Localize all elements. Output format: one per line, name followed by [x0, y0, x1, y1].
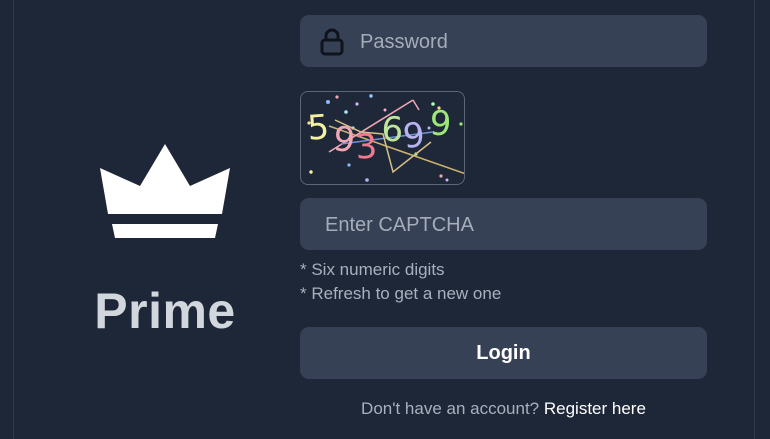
password-field[interactable] — [300, 15, 707, 69]
captcha-hints: * Six numeric digits * Refresh to get a … — [300, 258, 501, 306]
login-button[interactable]: Login — [300, 327, 707, 379]
register-prompt: Don't have an account? Register here — [300, 399, 707, 419]
captcha-hint-digits: * Six numeric digits — [300, 260, 445, 279]
brand-name: Prime — [94, 283, 236, 339]
crown-icon — [100, 144, 230, 238]
captcha-digits: 5 93 69 9 — [306, 103, 452, 167]
lock-icon — [320, 28, 344, 56]
brand-block: Prime — [40, 130, 290, 340]
register-link[interactable]: Register here — [544, 399, 646, 418]
captcha-digit: 5 — [306, 107, 330, 148]
captcha-digit: 6 — [381, 110, 404, 151]
captcha-digit: 3 — [355, 126, 379, 167]
captcha-input[interactable] — [323, 198, 697, 252]
captcha-field[interactable] — [300, 198, 707, 252]
captcha-canvas: 5 93 69 9 — [306, 94, 464, 182]
password-input[interactable] — [358, 15, 702, 69]
captcha-image[interactable]: 593699 — [300, 91, 465, 185]
captcha-digit: 9 — [401, 115, 427, 157]
register-question: Don't have an account? — [361, 399, 540, 418]
captcha-digit: 9 — [429, 103, 453, 144]
captcha-digit: 9 — [331, 119, 357, 161]
captcha-hint-refresh: * Refresh to get a new one — [300, 284, 502, 303]
